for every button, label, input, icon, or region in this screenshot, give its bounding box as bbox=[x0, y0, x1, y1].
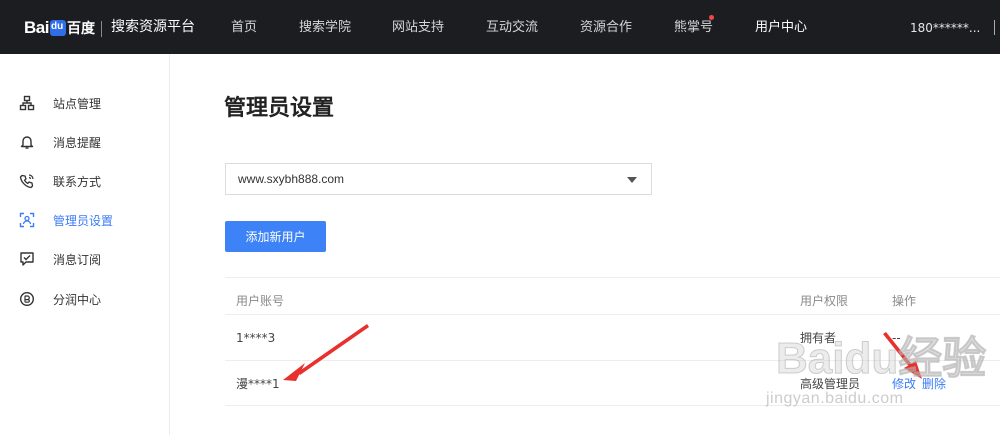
notification-dot bbox=[709, 15, 714, 20]
sidebar: 站点管理 消息提醒 联系方式 管理员设置 消息订阅 分润中心 bbox=[0, 54, 170, 435]
sidebar-item-label: 消息提醒 bbox=[53, 135, 102, 150]
sidebar-item-subscription[interactable]: 消息订阅 bbox=[0, 245, 169, 273]
logo-text: Bai bbox=[24, 18, 49, 37]
sitemap-icon bbox=[19, 95, 35, 111]
nav-resource-cooperation[interactable]: 资源合作 bbox=[580, 20, 632, 36]
header-actions: 操作 bbox=[892, 294, 917, 308]
row-account: 漫****1 bbox=[236, 377, 280, 391]
page-title: 管理员设置 bbox=[224, 96, 335, 121]
nav-interaction[interactable]: 互动交流 bbox=[486, 20, 538, 36]
nav-user-center[interactable]: 用户中心 bbox=[755, 20, 807, 36]
sidebar-item-label: 分润中心 bbox=[53, 292, 102, 307]
logo-cn-text: 百度 bbox=[66, 21, 95, 37]
sidebar-item-label: 管理员设置 bbox=[53, 213, 114, 228]
logo-divider bbox=[101, 21, 102, 37]
table-header: 用户账号 用户权限 操作 bbox=[225, 277, 1000, 314]
nav-academy[interactable]: 搜索学院 bbox=[299, 20, 351, 36]
sidebar-item-label: 联系方式 bbox=[53, 174, 102, 189]
site-select-value: www.sxybh888.com bbox=[238, 172, 345, 186]
header-permission: 用户权限 bbox=[800, 294, 849, 308]
add-new-user-button[interactable]: 添加新用户 bbox=[225, 221, 326, 252]
nav-site-support[interactable]: 网站支持 bbox=[392, 20, 444, 36]
header-account: 用户账号 bbox=[236, 294, 285, 308]
top-navigation-bar: Bai 百度 搜索资源平台 首页 搜索学院 网站支持 互动交流 资源合作 熊掌号… bbox=[0, 0, 1000, 54]
watermark: Baidu经验 jingyan.baidu.com bbox=[766, 322, 991, 412]
revenue-icon bbox=[19, 291, 35, 307]
account-name[interactable]: 180******... bbox=[910, 20, 980, 36]
sidebar-item-site-management[interactable]: 站点管理 bbox=[0, 89, 169, 117]
phone-icon bbox=[19, 173, 35, 189]
sidebar-item-contact[interactable]: 联系方式 bbox=[0, 167, 169, 195]
nav-home[interactable]: 首页 bbox=[231, 20, 257, 36]
bell-icon bbox=[19, 134, 35, 150]
watermark-main: Baidu经验 bbox=[775, 334, 987, 384]
sidebar-item-messages[interactable]: 消息提醒 bbox=[0, 128, 169, 156]
admin-icon bbox=[19, 212, 35, 228]
sidebar-item-label: 消息订阅 bbox=[53, 252, 102, 267]
nav-xiongzhang[interactable]: 熊掌号 bbox=[674, 20, 713, 36]
paw-icon bbox=[49, 20, 66, 36]
site-select-dropdown[interactable]: www.sxybh888.com bbox=[225, 163, 652, 195]
subscribe-icon bbox=[19, 251, 35, 267]
platform-name[interactable]: 搜索资源平台 bbox=[111, 18, 195, 36]
baidu-logo[interactable]: Bai 百度 bbox=[24, 17, 95, 39]
sidebar-item-revenue[interactable]: 分润中心 bbox=[0, 285, 169, 313]
sidebar-item-admin-settings[interactable]: 管理员设置 bbox=[0, 206, 169, 234]
caret-down-icon[interactable] bbox=[627, 177, 637, 183]
sidebar-item-label: 站点管理 bbox=[53, 96, 102, 111]
watermark-sub: jingyan.baidu.com bbox=[766, 390, 904, 407]
row-account: 1****3 bbox=[236, 331, 276, 345]
account-divider bbox=[994, 20, 995, 35]
